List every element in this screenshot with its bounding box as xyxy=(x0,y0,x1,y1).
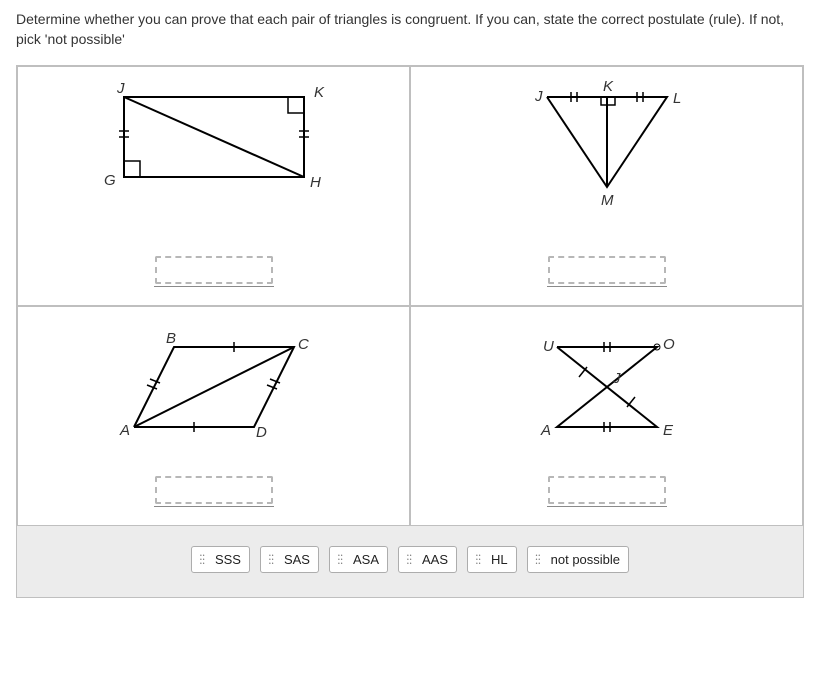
problem-grid: J K G H J K L M xyxy=(17,66,803,526)
cell-3: B C A D xyxy=(17,306,410,526)
label-B: B xyxy=(166,330,176,347)
drag-handle-icon xyxy=(200,554,210,566)
answer-chip-bar: SSS SAS ASA AAS HL not possible xyxy=(17,526,803,597)
label-A: A xyxy=(119,422,130,439)
label-Jc: J xyxy=(612,370,621,387)
cell-4: U O A E J xyxy=(410,306,803,526)
figure-bowtie: U O A E J xyxy=(411,317,802,457)
label-A4: A xyxy=(540,422,551,439)
drop-underline xyxy=(154,506,274,507)
label-L: L xyxy=(673,90,681,107)
drag-handle-icon xyxy=(536,554,546,566)
drop-underline xyxy=(547,506,667,507)
figure-rectangle: J K G H xyxy=(18,77,409,217)
chip-asa[interactable]: ASA xyxy=(329,546,388,573)
label-M: M xyxy=(601,192,614,209)
drop-zone-2[interactable] xyxy=(548,256,666,284)
drop-underline xyxy=(547,286,667,287)
label-D: D xyxy=(256,424,267,441)
figure-parallelogram: B C A D xyxy=(18,317,409,457)
question-text: Determine whether you can prove that eac… xyxy=(16,10,804,49)
drag-handle-icon xyxy=(407,554,417,566)
label-J: J xyxy=(116,80,125,97)
chip-label: not possible xyxy=(551,552,620,567)
chip-sas[interactable]: SAS xyxy=(260,546,319,573)
label-G: G xyxy=(104,172,116,189)
table-wrap: J K G H J K L M xyxy=(16,65,804,598)
chip-label: HL xyxy=(491,552,508,567)
drag-handle-icon xyxy=(338,554,348,566)
label-C: C xyxy=(298,336,309,353)
chip-not-possible[interactable]: not possible xyxy=(527,546,629,573)
figure-isoceles: J K L M xyxy=(411,77,802,217)
svg-fig1: J K G H xyxy=(84,77,344,217)
label-E: E xyxy=(663,422,674,439)
label-K: K xyxy=(314,84,325,101)
cell-1: J K G H xyxy=(17,66,410,306)
svg-fig4: U O A E J xyxy=(507,317,707,457)
label-O: O xyxy=(663,336,675,353)
chip-sss[interactable]: SSS xyxy=(191,546,250,573)
drop-underline xyxy=(154,286,274,287)
chip-label: SSS xyxy=(215,552,241,567)
chip-label: ASA xyxy=(353,552,379,567)
drag-handle-icon xyxy=(269,554,279,566)
label-H: H xyxy=(310,174,321,191)
chip-aas[interactable]: AAS xyxy=(398,546,457,573)
drop-zone-3[interactable] xyxy=(155,476,273,504)
cell-2: J K L M xyxy=(410,66,803,306)
drop-zone-4[interactable] xyxy=(548,476,666,504)
chip-label: SAS xyxy=(284,552,310,567)
label-K2: K xyxy=(603,78,614,95)
drop-zone-1[interactable] xyxy=(155,256,273,284)
chip-hl[interactable]: HL xyxy=(467,546,517,573)
svg-fig2: J K L M xyxy=(497,77,717,217)
label-U: U xyxy=(543,338,554,355)
svg-fig3: B C A D xyxy=(94,317,334,457)
chip-label: AAS xyxy=(422,552,448,567)
label-J2: J xyxy=(534,88,543,105)
drag-handle-icon xyxy=(476,554,486,566)
